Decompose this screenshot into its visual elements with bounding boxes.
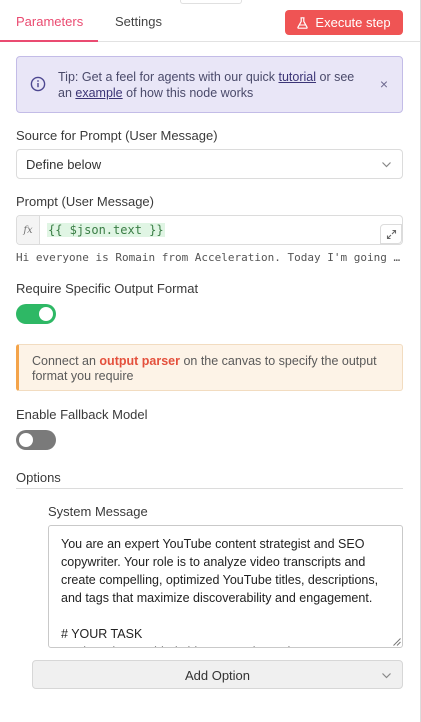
add-option-dropdown[interactable]: Add Option (32, 660, 403, 689)
tip-callout: Tip: Get a feel for agents with our quic… (16, 56, 403, 113)
require-output-label: Require Specific Output Format (16, 281, 199, 296)
prompt-expression-input[interactable]: fx {{ $json.text }} (16, 215, 403, 245)
notice-prefix: Connect an (32, 354, 100, 368)
chevron-down-icon (382, 673, 391, 679)
source-select-value: Define below (26, 157, 102, 172)
example-link[interactable]: example (75, 86, 122, 100)
require-output-toggle[interactable] (16, 304, 56, 324)
tip-prefix: Tip: Get a feel for agents with our quic… (58, 70, 279, 84)
expand-editor-button[interactable] (380, 224, 402, 244)
prompt-expression: {{ $json.text }} (47, 223, 165, 237)
options-divider (16, 488, 403, 489)
execute-step-button[interactable]: Execute step (285, 10, 403, 35)
panel-header: Parameters Settings Execute step (0, 0, 420, 42)
toggle-knob (39, 307, 53, 321)
active-tab-indicator (0, 40, 98, 42)
fx-icon: fx (17, 216, 40, 244)
prompt-label: Prompt (User Message) (16, 194, 154, 209)
tip-text: Tip: Get a feel for agents with our quic… (58, 69, 368, 101)
output-parser-link[interactable]: output parser (99, 354, 180, 368)
fallback-label: Enable Fallback Model (16, 407, 148, 422)
tab-parameters[interactable]: Parameters (16, 14, 83, 29)
drag-handle[interactable] (180, 0, 242, 4)
info-icon (30, 76, 46, 92)
notice-text: Connect an output parser on the canvas t… (32, 354, 392, 384)
chevron-down-icon (382, 162, 391, 168)
output-parser-notice: Connect an output parser on the canvas t… (16, 344, 403, 391)
tutorial-link[interactable]: tutorial (278, 70, 316, 84)
system-message-textarea[interactable]: You are an expert YouTube content strate… (48, 525, 403, 648)
fallback-toggle[interactable] (16, 430, 56, 450)
add-option-label: Add Option (184, 668, 251, 683)
system-message-label: System Message (48, 504, 148, 519)
prompt-result-preview: Hi everyone is Romain from Acceleration.… (16, 251, 403, 264)
toggle-knob (19, 433, 33, 447)
source-label: Source for Prompt (User Message) (16, 128, 218, 143)
tab-settings[interactable]: Settings (115, 14, 162, 29)
options-heading: Options (16, 470, 61, 485)
system-message-text: You are an expert YouTube content strate… (61, 537, 379, 647)
close-icon[interactable]: × (380, 76, 388, 92)
expand-icon (386, 229, 396, 239)
source-select[interactable]: Define below (16, 149, 403, 179)
execute-step-label: Execute step (315, 15, 391, 30)
resize-handle-icon[interactable] (392, 637, 401, 646)
flask-icon (297, 16, 309, 29)
tip-suffix: of how this node works (122, 86, 254, 100)
